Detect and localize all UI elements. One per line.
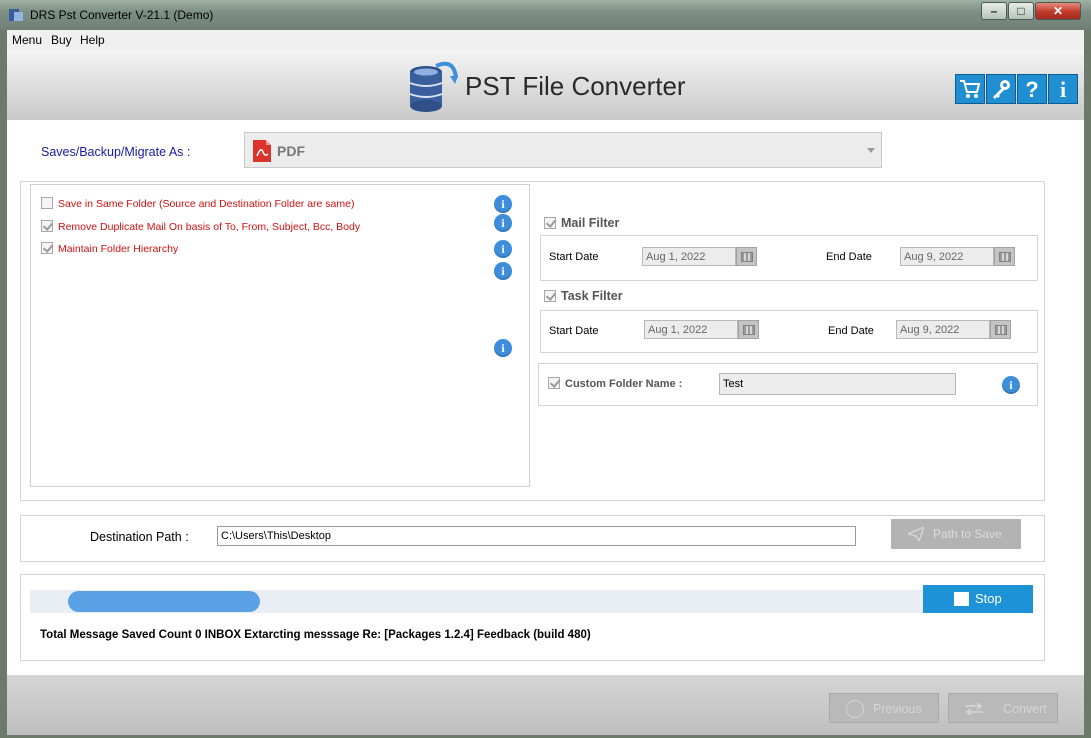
stop-button[interactable]: Stop — [923, 585, 1033, 613]
footer-bar: Previous Convert — [7, 675, 1084, 735]
checkbox-checked[interactable] — [544, 217, 556, 229]
checkbox-checked[interactable] — [41, 242, 53, 254]
cart-button[interactable] — [955, 74, 985, 104]
close-button[interactable]: ✕ — [1035, 2, 1081, 20]
svg-text:?: ? — [1025, 78, 1038, 100]
maximize-button[interactable]: □ — [1008, 2, 1034, 20]
checkbox-checked[interactable] — [41, 220, 53, 232]
app-header: PST File Converter ? i — [7, 50, 1084, 120]
stop-label: Stop — [975, 591, 1002, 606]
stop-icon — [954, 592, 969, 606]
previous-label: Previous — [873, 702, 922, 716]
task-start-date-input[interactable]: Aug 1, 2022 — [644, 320, 738, 339]
saves-as-label: Saves/Backup/Migrate As : — [41, 145, 191, 159]
title-bar: DRS Pst Converter V-21.1 (Demo) – □ ✕ — [0, 0, 1091, 30]
option-label: Maintain Folder Hierarchy — [58, 243, 179, 255]
format-dropdown[interactable]: PDF — [244, 132, 882, 168]
mail-start-date-input[interactable]: Aug 1, 2022 — [642, 247, 736, 266]
key-button[interactable] — [986, 74, 1016, 104]
checkbox[interactable] — [41, 197, 53, 209]
menu-bar: Menu Buy Help — [7, 30, 1084, 50]
menu-item-help[interactable]: Help — [80, 33, 105, 47]
calendar-icon — [999, 252, 1011, 262]
options-list: Save in Same Folder (Source and Destinat… — [30, 184, 530, 487]
task-filter-box: Start Date Aug 1, 2022 End Date Aug 9, 2… — [540, 310, 1038, 353]
option-label: Remove Duplicate Mail On basis of To, Fr… — [58, 221, 361, 233]
progress-bar-fill — [68, 591, 260, 612]
svg-text:i: i — [1060, 78, 1066, 100]
previous-icon — [846, 700, 864, 718]
checkbox-checked[interactable] — [544, 290, 556, 302]
mail-end-date-input[interactable]: Aug 9, 2022 — [900, 247, 994, 266]
info-icon[interactable]: i — [494, 195, 512, 213]
help-icon: ? — [1025, 78, 1038, 100]
calendar-icon — [743, 325, 755, 335]
destination-path-input[interactable]: C:\Users\This\Desktop — [217, 526, 856, 546]
menu-item-menu[interactable]: Menu — [12, 33, 42, 47]
calendar-button[interactable] — [990, 320, 1011, 339]
info-icon[interactable]: i — [494, 339, 512, 357]
minimize-button[interactable]: – — [981, 2, 1007, 20]
info-icon: i — [1060, 78, 1066, 100]
info-icon[interactable]: i — [494, 240, 512, 258]
mail-end-date-label: End Date — [826, 251, 872, 263]
info-icon[interactable]: i — [494, 262, 512, 280]
cart-icon — [960, 80, 981, 98]
calendar-icon — [995, 325, 1007, 335]
info-icon[interactable]: i — [1002, 376, 1020, 394]
task-end-date-label: End Date — [828, 325, 874, 337]
mail-filter-label: Mail Filter — [561, 216, 620, 230]
task-start-date-label: Start Date — [549, 325, 599, 337]
path-to-save-label: Path to Save — [933, 527, 1002, 541]
database-logo-icon — [409, 61, 458, 112]
calendar-button[interactable] — [738, 320, 759, 339]
info-icon[interactable]: i — [494, 214, 512, 232]
task-filter-label: Task Filter — [561, 289, 623, 303]
progress-track — [30, 590, 923, 613]
convert-label: Convert — [1003, 702, 1047, 716]
help-button[interactable]: ? — [1017, 74, 1047, 104]
calendar-icon — [741, 252, 753, 262]
path-to-save-button[interactable]: Path to Save — [891, 519, 1021, 549]
chevron-down-icon — [867, 148, 875, 153]
mail-filter-toggle[interactable]: Mail Filter — [544, 216, 619, 230]
format-selected-value: PDF — [277, 143, 305, 159]
option-remove-duplicate[interactable]: Remove Duplicate Mail On basis of To, Fr… — [41, 220, 360, 233]
option-save-same-folder[interactable]: Save in Same Folder (Source and Destinat… — [41, 197, 354, 210]
custom-folder-label: Custom Folder Name : — [565, 378, 683, 390]
pdf-file-icon — [253, 140, 271, 162]
status-message: Total Message Saved Count 0 INBOX Extarc… — [40, 629, 591, 641]
progress-panel — [20, 574, 1045, 661]
option-label: Save in Same Folder (Source and Destinat… — [58, 198, 355, 210]
custom-folder-toggle[interactable]: Custom Folder Name : — [548, 377, 682, 390]
menu-item-buy[interactable]: Buy — [51, 33, 72, 47]
app-icon — [9, 9, 23, 21]
option-maintain-hierarchy[interactable]: Maintain Folder Hierarchy — [41, 242, 178, 255]
mail-start-date-label: Start Date — [549, 251, 599, 263]
convert-arrows-icon — [965, 702, 983, 716]
app-title: PST File Converter — [465, 71, 686, 101]
custom-folder-input[interactable]: Test — [719, 373, 956, 395]
convert-button[interactable]: Convert — [948, 693, 1058, 723]
previous-button[interactable]: Previous — [829, 693, 939, 723]
main-content: Saves/Backup/Migrate As : PDF Save in Sa… — [7, 120, 1084, 675]
info-button[interactable]: i — [1048, 74, 1078, 104]
send-icon — [908, 527, 924, 541]
key-icon — [993, 80, 1010, 99]
calendar-button[interactable] — [736, 247, 757, 266]
task-filter-toggle[interactable]: Task Filter — [544, 289, 623, 303]
task-end-date-input[interactable]: Aug 9, 2022 — [896, 320, 990, 339]
mail-filter-box: Start Date Aug 1, 2022 End Date Aug 9, 2… — [540, 235, 1038, 281]
app-window: Menu Buy Help PST File Converter ? i Sav… — [7, 30, 1084, 735]
checkbox-checked[interactable] — [548, 377, 560, 389]
window-title: DRS Pst Converter V-21.1 (Demo) — [30, 8, 214, 22]
destination-path-label: Destination Path : — [90, 530, 189, 544]
calendar-button[interactable] — [994, 247, 1015, 266]
